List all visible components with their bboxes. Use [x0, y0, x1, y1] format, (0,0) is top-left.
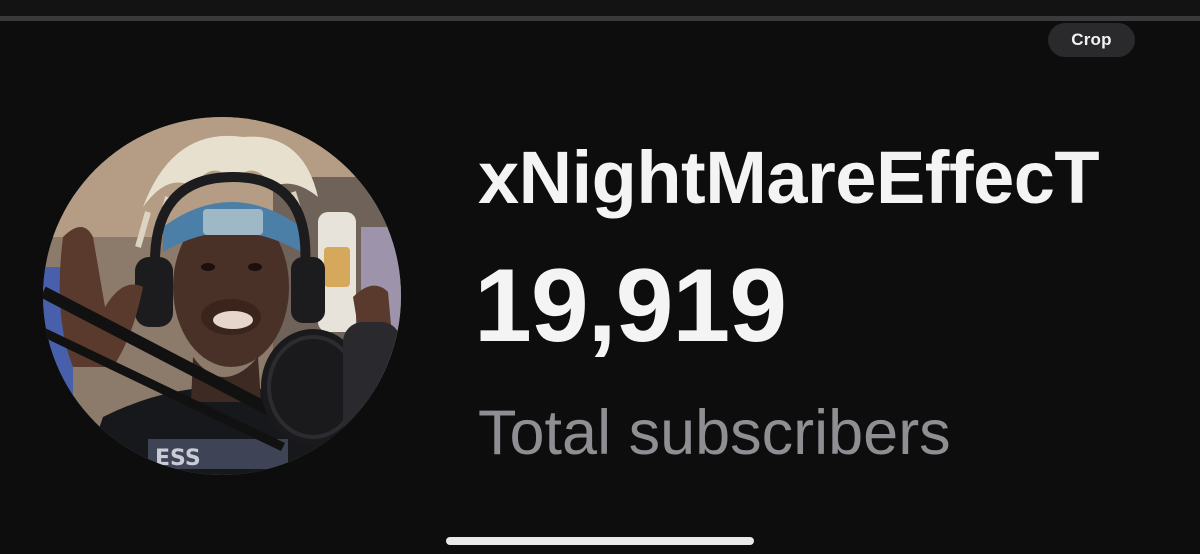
channel-avatar[interactable]: ESS	[43, 117, 401, 475]
top-divider	[0, 16, 1200, 21]
screenshot-stage: Crop ESS xNightMareEffecT 19,919 Total s…	[0, 0, 1200, 554]
home-indicator[interactable]	[446, 537, 754, 545]
crop-button[interactable]: Crop	[1048, 23, 1135, 57]
subscriber-label: Total subscribers	[478, 398, 951, 468]
channel-name: xNightMareEffecT	[478, 136, 1100, 219]
svg-text:ESS: ESS	[155, 446, 201, 471]
avatar-photo-icon: ESS	[43, 117, 401, 475]
subscriber-count: 19,919	[474, 248, 787, 364]
top-bar	[0, 0, 1200, 16]
